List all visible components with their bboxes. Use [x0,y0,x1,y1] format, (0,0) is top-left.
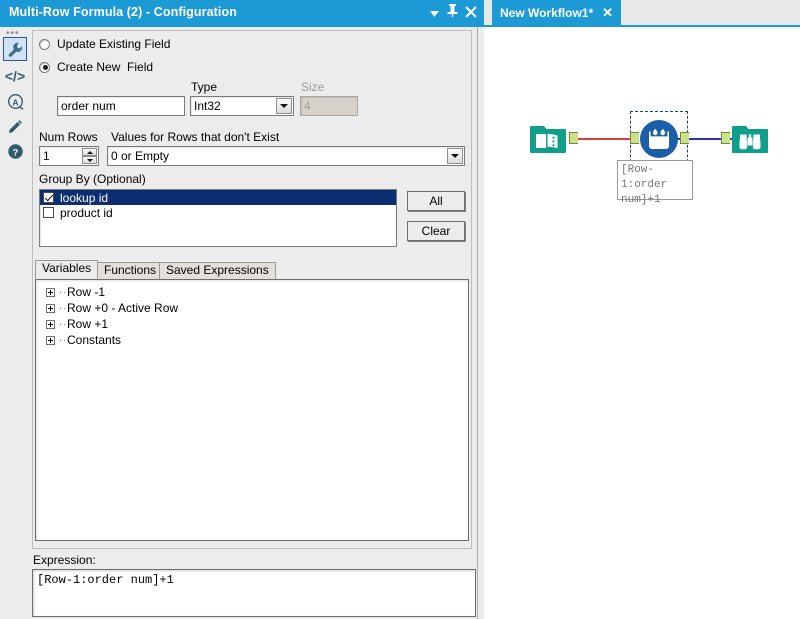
formula-output-anchor[interactable] [680,132,689,144]
checkbox[interactable] [43,207,54,218]
tab-new-workflow1[interactable]: New Workflow1* ✕ [492,0,622,25]
values-for-rows-label: Values for Rows that don't Exist [111,130,280,144]
svg-text:?: ? [12,147,18,157]
config-panel-body: Update Existing Field Create New Field T… [29,27,478,619]
rail-ruler-icon[interactable] [3,114,27,138]
group-by-item-lookup-id[interactable]: lookup id [40,190,396,205]
type-label: Type [191,80,218,94]
rail-code-icon[interactable]: </> [3,64,27,88]
tree-item-constants[interactable]: ·· Constants [36,332,468,348]
clear-selection-button[interactable]: Clear [407,221,465,241]
tree-item-label: Row +0 - Active Row [67,301,179,315]
tree-item-label: Row -1 [67,285,106,299]
tab-saved-expressions[interactable]: Saved Expressions [159,262,276,279]
tree-item-label: Constants [67,333,122,347]
workflow-tabbar: New Workflow1* ✕ [484,0,800,27]
alteryx-window: Multi-Row Formula (2) - Configuration ••… [0,0,800,619]
spinner-down-icon[interactable] [82,156,97,164]
tree-connector: ·· [59,303,67,313]
num-rows-stepper[interactable]: 1 [39,146,99,166]
browse-input-anchor[interactable] [721,132,730,144]
input-to-formula-wire[interactable] [570,138,632,140]
type-select[interactable]: Int32 [190,96,294,116]
chevron-down-icon [429,11,439,17]
radio-marker [39,38,50,50]
config-form-container: Update Existing Field Create New Field T… [32,30,472,549]
tree-connector: ·· [59,319,67,329]
type-select-value: Int32 [194,99,221,113]
tab-functions[interactable]: Functions [97,262,164,279]
expand-icon[interactable] [46,287,55,297]
configuration-panel: Multi-Row Formula (2) - Configuration ••… [0,0,484,619]
expand-icon[interactable] [46,303,55,313]
chevron-down-icon[interactable] [276,98,292,114]
num-rows-label: Num Rows [39,130,98,144]
rail-wrench-icon[interactable] [3,37,27,61]
tree-connector: ·· [59,335,67,345]
group-by-item-label: lookup id [60,190,109,205]
beaker-droplets-icon [640,120,678,158]
group-by-list[interactable]: lookup id product id [39,189,397,247]
create-new-field-label: Create New Field [57,60,154,74]
checkbox[interactable] [43,192,54,203]
pin-icon [447,4,457,17]
close-icon [465,6,477,18]
expression-input[interactable]: [Row-1:order num]+1 [32,569,476,617]
book-icon [530,126,566,153]
update-existing-field-label: Update Existing Field [57,37,171,51]
node-annotation-label: [Row-1:order num]+1 [617,160,693,206]
tab-variables[interactable]: Variables [35,260,99,279]
tree-item-row-plus-1[interactable]: ·· Row +1 [36,316,468,332]
tree-item-row-plus-0[interactable]: ·· Row +0 - Active Row [36,300,468,316]
group-by-item-product-id[interactable]: product id [40,205,396,220]
wrench-icon [8,42,22,57]
num-rows-value: 1 [43,149,50,163]
num-rows-spinner[interactable] [82,148,97,164]
panel-pin-icon[interactable] [444,0,460,27]
spinner-up-icon[interactable] [82,148,97,156]
workflow-canvas[interactable]: [Row-1:order num]+1 [484,27,800,619]
panel-close-icon[interactable] [463,0,479,27]
select-all-button[interactable]: All [407,191,465,211]
field-name-input[interactable]: order num [57,96,185,116]
update-existing-field-radio[interactable]: Update Existing Field [39,37,170,51]
code-brackets-icon: </> [4,68,26,84]
expand-icon[interactable] [46,319,55,329]
expression-label: Expression: [33,553,96,567]
chevron-down-icon[interactable] [447,148,463,164]
radio-marker [39,61,50,73]
workflow-tab-label: New Workflow1* [500,5,594,20]
svg-text:A: A [12,97,18,107]
values-for-rows-value: 0 or Empty [111,149,170,163]
multi-row-formula-node[interactable] [630,119,689,162]
group-by-label: Group By (Optional) [39,172,146,186]
binoculars-icon [732,126,768,153]
formula-input-anchor[interactable] [630,132,639,144]
config-panel-title: Multi-Row Formula (2) - Configuration [9,5,237,19]
browse-node[interactable] [721,119,770,162]
ruler-icon [8,119,22,133]
group-by-item-label: product id [60,205,113,220]
tool-icon-rail: ••• </> A ? [0,27,30,619]
tree-connector: ·· [59,287,67,297]
config-titlebar: Multi-Row Formula (2) - Configuration [0,0,484,27]
rail-help-icon[interactable]: ? [3,139,27,163]
values-for-rows-select[interactable]: 0 or Empty [107,146,465,166]
tree-item-label: Row +1 [67,317,109,331]
size-input: 4 [300,96,358,116]
workflow-area: New Workflow1* ✕ [Row-1:order num]+1 [484,0,800,619]
help-icon: ? [7,143,23,159]
panel-dropdown-icon[interactable] [426,0,442,27]
size-label: Size [301,80,325,94]
input-data-node[interactable] [528,119,578,162]
expand-icon[interactable] [46,335,55,345]
create-new-field-radio[interactable]: Create New Field [39,60,153,74]
variables-tree[interactable]: ·· Row -1 ·· Row +0 - Active Row ·· Row … [35,279,469,541]
tree-item-row-minus-1[interactable]: ·· Row -1 [36,284,468,300]
expression-tabs: Variables Functions Saved Expressions [35,260,469,279]
circled-a-icon: A [7,93,23,110]
rail-annotation-icon[interactable]: A [3,89,27,113]
input-output-anchor[interactable] [569,132,578,144]
workflow-tab-close-icon[interactable]: ✕ [602,6,613,19]
